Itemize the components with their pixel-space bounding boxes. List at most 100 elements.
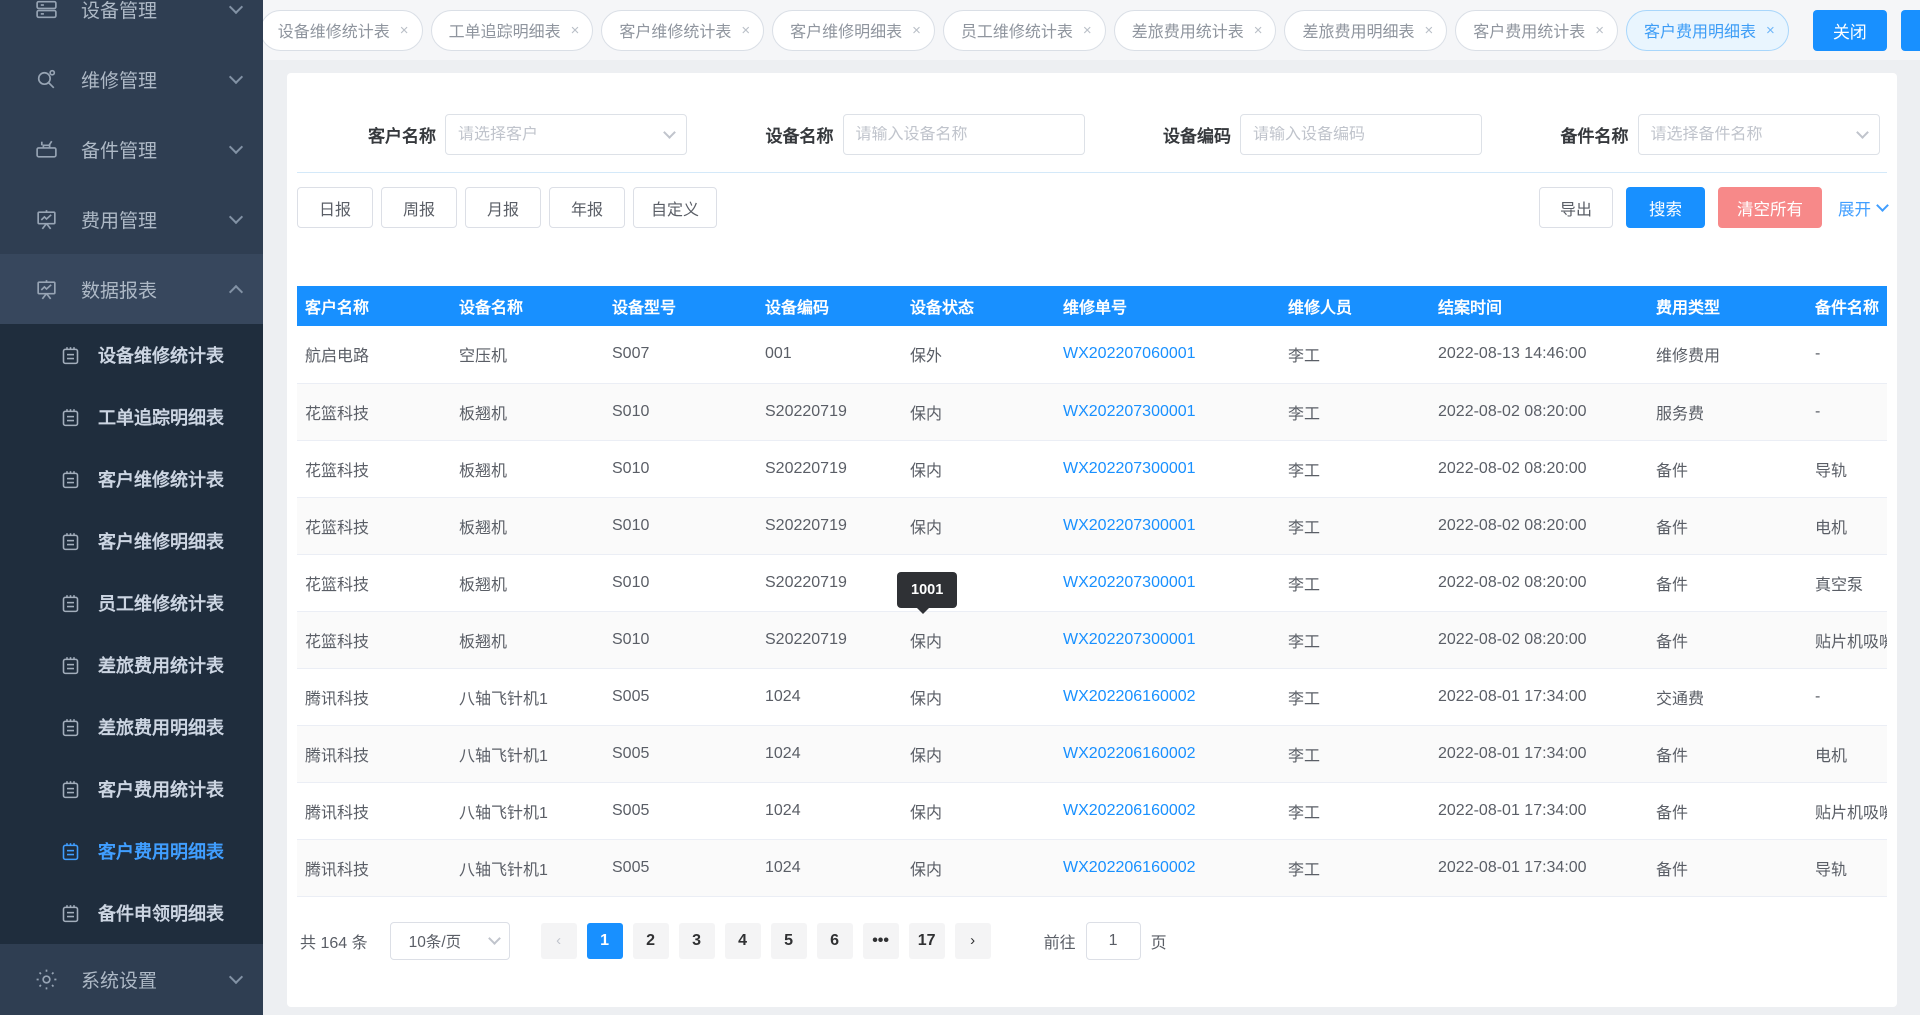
sidebar-item-device-management[interactable]: 设备管理: [0, 0, 263, 44]
sidebar-report-item[interactable]: 客户费用明细表: [0, 820, 263, 882]
clear-all-button[interactable]: 清空所有: [1718, 187, 1822, 228]
sidebar-item-data-reports[interactable]: 数据报表: [0, 254, 263, 324]
filter-field-input[interactable]: [856, 126, 1072, 144]
table-cell: 真空泵: [1807, 554, 1887, 611]
table-cell: 导轨: [1807, 839, 1887, 896]
page-button[interactable]: 6: [817, 923, 853, 959]
sidebar-report-item[interactable]: 客户维修明细表: [0, 510, 263, 572]
repair-order-link[interactable]: WX202206160002: [1063, 688, 1196, 705]
sidebar-report-item[interactable]: 工单追踪明细表: [0, 386, 263, 448]
export-button[interactable]: 导出: [1539, 187, 1613, 228]
table-cell: 保内: [902, 725, 1055, 782]
range-button[interactable]: 日报: [297, 187, 373, 228]
table-cell: 空压机: [451, 326, 604, 383]
report-table: 客户名称设备名称设备型号设备编码设备状态维修单号维修人员结案时间费用类型备件名称…: [297, 286, 1887, 897]
close-icon[interactable]: ×: [400, 23, 409, 38]
filter-field-input[interactable]: [1651, 126, 1858, 144]
page-button[interactable]: 2: [633, 923, 669, 959]
expand-toggle[interactable]: 展开: [1838, 196, 1887, 220]
filter-input[interactable]: [843, 114, 1085, 155]
page-button[interactable]: 5: [771, 923, 807, 959]
sidebar-report-item[interactable]: 设备维修统计表: [0, 324, 263, 386]
page-button[interactable]: 3: [679, 923, 715, 959]
tab[interactable]: 客户维修统计表 ×: [601, 10, 764, 51]
repair-order-link[interactable]: WX202207300001: [1063, 631, 1196, 648]
repair-order-link[interactable]: WX202206160002: [1063, 859, 1196, 876]
pager-more-button[interactable]: •••: [863, 923, 899, 959]
repair-order-link[interactable]: WX202207300001: [1063, 460, 1196, 477]
gear-icon: [34, 967, 59, 992]
range-button[interactable]: 自定义: [633, 187, 717, 228]
close-icon[interactable]: ×: [1424, 23, 1433, 38]
sidebar-report-item[interactable]: 员工维修统计表: [0, 572, 263, 634]
page-button[interactable]: 4: [725, 923, 761, 959]
tab[interactable]: 客户费用明细表 ×: [1626, 10, 1789, 51]
tab-label: 工单追踪明细表: [449, 18, 561, 42]
close-icon[interactable]: ×: [912, 23, 921, 38]
close-icon[interactable]: ×: [1595, 23, 1604, 38]
close-icon[interactable]: ×: [741, 23, 750, 38]
repair-order-link[interactable]: WX202207300001: [1063, 574, 1196, 591]
page-button[interactable]: 17: [909, 923, 945, 959]
table-cell: S005: [604, 839, 757, 896]
filter-field-input[interactable]: [1253, 126, 1469, 144]
repair-order-link[interactable]: WX202207300001: [1063, 403, 1196, 420]
close-icon[interactable]: ×: [1083, 23, 1092, 38]
close-icon[interactable]: ×: [571, 23, 580, 38]
repair-order-link[interactable]: WX202206160002: [1063, 802, 1196, 819]
table-cell: 花篮科技: [297, 554, 451, 611]
tab[interactable]: 客户费用统计表 ×: [1455, 10, 1618, 51]
repair-order-link[interactable]: WX202206160002: [1063, 745, 1196, 762]
sidebar-item-spareparts-management[interactable]: 备件管理: [0, 114, 263, 184]
chevron-down-icon: [1876, 199, 1889, 212]
sidebar-item-expense-management[interactable]: 费用管理: [0, 184, 263, 254]
sidebar-report-item[interactable]: 差旅费用明细表: [0, 696, 263, 758]
tab[interactable]: 员工维修统计表 ×: [943, 10, 1106, 51]
filter-select[interactable]: [1638, 114, 1880, 155]
sidebar-report-item-label: 客户费用统计表: [98, 776, 224, 802]
table-cell: 八轴飞针机1: [451, 782, 604, 839]
table-cell: 八轴飞针机1: [451, 839, 604, 896]
sidebar-report-item[interactable]: 客户维修统计表: [0, 448, 263, 510]
table-cell: 李工: [1280, 782, 1430, 839]
tab[interactable]: 客户维修明细表 ×: [772, 10, 935, 51]
range-button[interactable]: 月报: [465, 187, 541, 228]
chevron-down-icon: [229, 70, 243, 84]
sidebar-report-item[interactable]: 客户费用统计表: [0, 758, 263, 820]
table-cell: 李工: [1280, 725, 1430, 782]
board-display-button[interactable]: 看板展示: [1901, 10, 1920, 51]
sidebar-report-item[interactable]: 差旅费用统计表: [0, 634, 263, 696]
page-button[interactable]: 1: [587, 923, 623, 959]
sidebar-report-item[interactable]: 备件申领明细表: [0, 882, 263, 944]
range-button[interactable]: 年报: [549, 187, 625, 228]
sidebar-item-system-settings[interactable]: 系统设置: [0, 944, 263, 1014]
filter-select[interactable]: [445, 114, 687, 155]
prev-page-button[interactable]: ‹: [541, 923, 577, 959]
notebook-icon: [60, 469, 81, 490]
filter-input[interactable]: [1240, 114, 1482, 155]
close-icon[interactable]: ×: [1254, 23, 1263, 38]
sidebar-item-repair-management[interactable]: 维修管理: [0, 44, 263, 114]
tab[interactable]: 差旅费用明细表 ×: [1284, 10, 1447, 51]
column-header: 设备名称: [451, 286, 604, 326]
tab[interactable]: 设备维修统计表 ×: [263, 10, 423, 51]
close-icon[interactable]: ×: [1766, 23, 1775, 38]
page-size-select[interactable]: 10条/页: [390, 922, 510, 960]
filter-field-input[interactable]: [458, 126, 665, 144]
notebook-icon: [60, 407, 81, 428]
repair-order-link[interactable]: WX202207300001: [1063, 517, 1196, 534]
next-page-button[interactable]: ›: [955, 923, 991, 959]
goto-page-input[interactable]: [1086, 922, 1141, 960]
repair-order-link[interactable]: WX202207060001: [1063, 345, 1196, 362]
chevron-down-icon: [229, 140, 243, 154]
tab[interactable]: 工单追踪明细表 ×: [431, 10, 594, 51]
close-tabs-button[interactable]: 关闭: [1813, 10, 1887, 51]
search-button[interactable]: 搜索: [1626, 187, 1705, 228]
table-cell: WX202207300001: [1055, 440, 1280, 497]
tab[interactable]: 差旅费用统计表 ×: [1114, 10, 1277, 51]
filter-label: 设备名称: [695, 122, 843, 147]
tab-bar: 用 × 设备维修统计表 × 工单追踪明细表 × 客户维修统计表 × 客户维修明细…: [263, 0, 1920, 60]
range-button[interactable]: 周报: [381, 187, 457, 228]
table-cell: S20220719: [757, 497, 902, 554]
table-cell: S007: [604, 326, 757, 383]
